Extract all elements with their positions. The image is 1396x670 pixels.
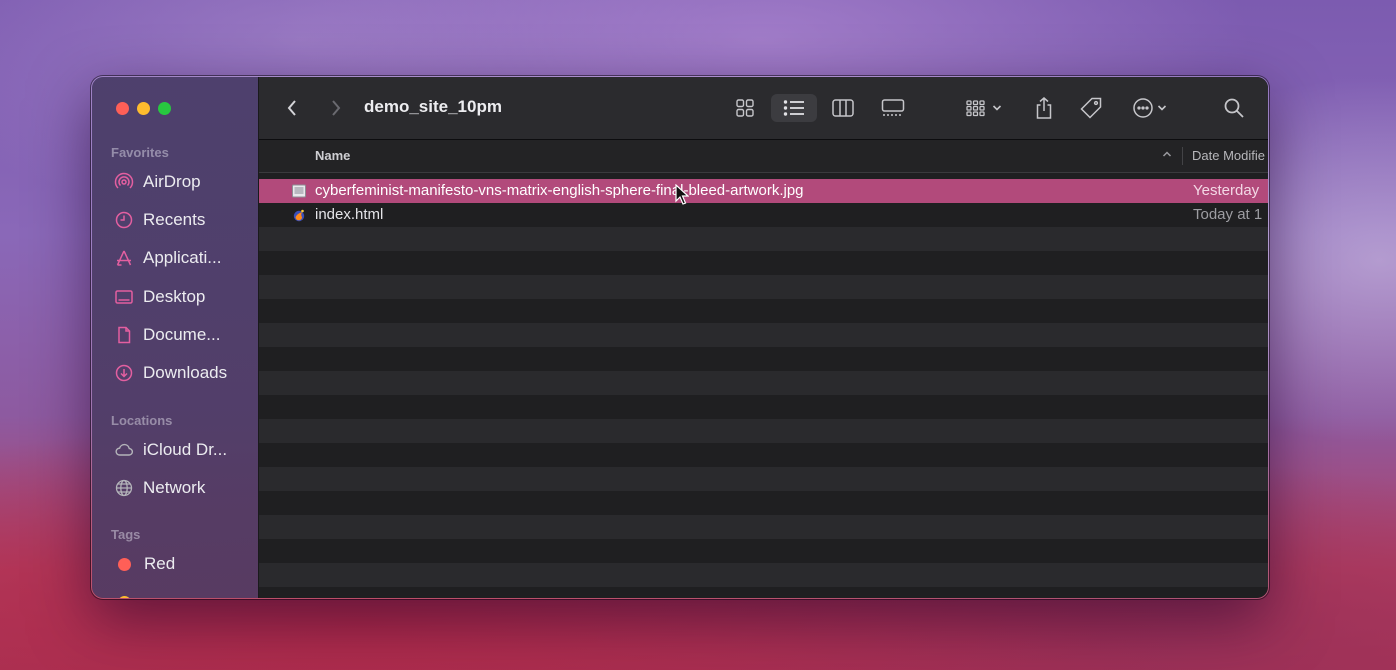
sidebar-item-icloud-drive[interactable]: iCloud Dr... bbox=[114, 437, 227, 463]
orange-tag-dot-icon bbox=[118, 595, 131, 598]
gallery-view-button[interactable] bbox=[876, 94, 910, 122]
empty-row bbox=[259, 347, 1268, 371]
cloud-icon bbox=[115, 443, 134, 456]
sidebar-item-desktop[interactable]: Desktop bbox=[114, 284, 205, 310]
search-icon bbox=[1224, 98, 1244, 118]
back-button[interactable] bbox=[281, 94, 303, 122]
share-icon bbox=[1036, 97, 1052, 119]
sidebar-item-label: Recents bbox=[143, 210, 206, 229]
empty-row bbox=[259, 491, 1268, 515]
sidebar-item-network[interactable]: Network bbox=[114, 475, 205, 501]
column-header-row: Name Date Modifie bbox=[259, 140, 1268, 173]
list-view-button[interactable] bbox=[771, 94, 817, 122]
chevron-right-icon bbox=[332, 100, 341, 116]
icon-view-button[interactable] bbox=[729, 94, 761, 122]
empty-row bbox=[259, 515, 1268, 539]
tag-button[interactable] bbox=[1077, 94, 1105, 122]
window-controls bbox=[116, 102, 171, 115]
globe-icon bbox=[115, 479, 133, 497]
applications-icon bbox=[116, 250, 132, 266]
clock-icon bbox=[115, 211, 133, 229]
file-browser: demo_site_10pm Name Date Modifie cyberfe… bbox=[259, 77, 1268, 598]
sidebar-item-recents[interactable]: Recents bbox=[114, 207, 205, 233]
sidebar: Favorites AirDrop Recents Applicati... D… bbox=[92, 77, 259, 598]
zoom-button[interactable] bbox=[158, 102, 171, 115]
empty-row bbox=[259, 299, 1268, 323]
close-button[interactable] bbox=[116, 102, 129, 115]
download-icon bbox=[115, 364, 133, 382]
file-row-html[interactable]: index.html Today at 1 bbox=[259, 203, 1268, 227]
file-name: index.html bbox=[315, 206, 384, 223]
columns-icon bbox=[832, 99, 854, 117]
sidebar-item-label: Applicati... bbox=[143, 248, 222, 267]
group-grid-icon bbox=[966, 100, 985, 117]
sidebar-item-label: Docume... bbox=[143, 325, 221, 344]
window-title: demo_site_10pm bbox=[364, 97, 502, 116]
column-header-date-modified[interactable]: Date Modifie bbox=[1192, 148, 1265, 163]
image-file-icon bbox=[292, 184, 306, 198]
favorites-heading: Favorites bbox=[111, 145, 169, 160]
chevron-down-icon bbox=[1157, 105, 1166, 111]
empty-row bbox=[259, 275, 1268, 299]
document-icon bbox=[118, 326, 131, 344]
sidebar-item-tag-orange[interactable] bbox=[114, 589, 135, 598]
sidebar-item-tag-red[interactable]: Red bbox=[114, 551, 175, 577]
empty-row bbox=[259, 251, 1268, 275]
empty-row bbox=[259, 227, 1268, 251]
sidebar-item-label: Desktop bbox=[143, 287, 206, 306]
airdrop-icon bbox=[114, 172, 134, 189]
file-date: Yesterday bbox=[1193, 182, 1260, 199]
file-list: cyberfeminist-manifesto-vns-matrix-engli… bbox=[259, 173, 1268, 587]
mouse-pointer-icon bbox=[675, 184, 689, 205]
empty-row bbox=[259, 371, 1268, 395]
share-button[interactable] bbox=[1031, 94, 1057, 122]
sidebar-item-label: AirDrop bbox=[143, 172, 201, 191]
empty-row bbox=[259, 443, 1268, 467]
sidebar-item-label: Red bbox=[144, 554, 176, 573]
minimize-button[interactable] bbox=[137, 102, 150, 115]
html-file-icon bbox=[293, 209, 305, 222]
gallery-icon bbox=[881, 99, 905, 116]
group-by-button[interactable] bbox=[962, 94, 1006, 122]
red-tag-dot-icon bbox=[118, 557, 131, 571]
sidebar-item-documents[interactable]: Docume... bbox=[114, 322, 220, 348]
more-actions-button[interactable] bbox=[1127, 94, 1171, 122]
grid-icon bbox=[736, 99, 754, 117]
sidebar-item-label: Network bbox=[143, 478, 206, 497]
column-separator[interactable] bbox=[1182, 147, 1183, 165]
file-name: cyberfeminist-manifesto-vns-matrix-engli… bbox=[315, 182, 804, 199]
locations-heading: Locations bbox=[111, 413, 173, 428]
sidebar-item-label: iCloud Dr... bbox=[143, 440, 228, 459]
empty-row bbox=[259, 467, 1268, 491]
file-date: Today at 1 bbox=[1193, 206, 1263, 223]
sidebar-item-label: Downloads bbox=[143, 363, 228, 382]
sort-ascending-icon bbox=[1162, 151, 1172, 157]
finder-window: Favorites AirDrop Recents Applicati... D… bbox=[91, 76, 1269, 599]
tag-icon bbox=[1080, 97, 1102, 119]
empty-row bbox=[259, 395, 1268, 419]
empty-row bbox=[259, 539, 1268, 563]
chevron-down-icon bbox=[992, 105, 1002, 111]
sidebar-item-applications[interactable]: Applicati... bbox=[114, 245, 221, 271]
empty-row bbox=[259, 563, 1268, 587]
sidebar-item-airdrop[interactable]: AirDrop bbox=[114, 169, 201, 195]
forward-button[interactable] bbox=[325, 94, 347, 122]
list-icon bbox=[783, 100, 804, 116]
chevron-left-icon bbox=[287, 100, 296, 116]
sidebar-item-downloads[interactable]: Downloads bbox=[114, 360, 227, 386]
column-header-name[interactable]: Name bbox=[315, 148, 350, 163]
empty-row bbox=[259, 419, 1268, 443]
ellipsis-circle-icon bbox=[1132, 98, 1153, 118]
tags-heading: Tags bbox=[111, 527, 141, 542]
toolbar: demo_site_10pm bbox=[259, 77, 1268, 140]
desktop-icon bbox=[115, 290, 133, 304]
column-view-button[interactable] bbox=[827, 94, 859, 122]
empty-row bbox=[259, 323, 1268, 347]
file-row-jpg[interactable]: cyberfeminist-manifesto-vns-matrix-engli… bbox=[259, 179, 1268, 203]
search-button[interactable] bbox=[1221, 94, 1247, 122]
